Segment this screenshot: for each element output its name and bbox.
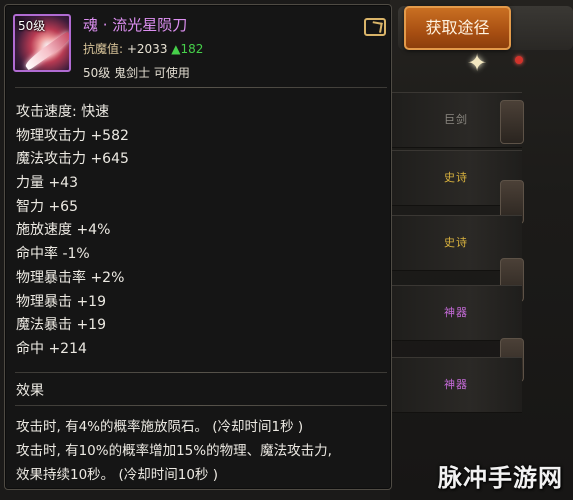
stat-line: 攻击速度: 快速: [16, 104, 110, 120]
score-value: +2033: [126, 42, 168, 56]
item-name: 魂 · 流光星陨刀: [83, 16, 188, 34]
watermark-text: 脉冲手游网: [438, 464, 563, 492]
divider: [15, 372, 387, 373]
divider: [15, 87, 387, 88]
row-tag: 史诗: [444, 171, 468, 184]
background-list-row[interactable]: 神器: [392, 285, 522, 341]
star-icon: ✦: [466, 49, 488, 77]
stat-line: 魔法暴击 +19: [16, 317, 106, 334]
score-label: 抗魔值:: [83, 42, 127, 56]
row-tag: 巨剑: [444, 113, 468, 126]
effect-line: 攻击时, 有10%的概率增加15%的物理、魔法攻击力,: [16, 443, 332, 459]
stat-line: 物理暴击率 +2%: [16, 269, 125, 286]
score-increase: ▲182: [171, 42, 204, 56]
usage-requirement: 50级 鬼剑士 可使用: [83, 66, 190, 80]
stat-line: 施放速度 +4%: [16, 222, 111, 239]
sword-item-icon: 50级: [13, 14, 71, 72]
effect-line: 攻击时, 有4%的概率施放陨石。 (冷却时间1秒 ): [16, 419, 304, 435]
anti-magic-score: 抗魔值: +2033 ▲182: [83, 40, 203, 57]
stat-line: 物理攻击力 +582: [16, 127, 129, 144]
stat-line: 力量 +43: [16, 175, 78, 192]
stats-list: 攻击速度: 快速 物理攻击力 +582 魔法攻击力 +645 力量 +43 智力…: [16, 101, 129, 362]
effect-description: 攻击时, 有4%的概率施放陨石。 (冷却时间1秒 ) 攻击时, 有10%的概率增…: [16, 415, 332, 487]
row-tag: 神器: [444, 378, 468, 391]
row-tag: 史诗: [444, 236, 468, 249]
item-tooltip: 50级 魂 · 流光星陨刀 抗魔值: +2033 ▲182 50级 鬼剑士 可使…: [4, 4, 392, 490]
get-source-button[interactable]: 获取途径: [404, 6, 511, 50]
stat-line: 命中 +214: [16, 340, 87, 357]
item-level-badge: 50级: [18, 19, 46, 33]
divider: [15, 405, 387, 406]
effect-heading: 效果: [16, 383, 44, 399]
blade-graphic: [23, 31, 69, 70]
stat-line: 物理暴击 +19: [16, 293, 106, 310]
equipment-slot-icon[interactable]: [500, 100, 524, 144]
share-icon[interactable]: [364, 18, 386, 36]
notification-dot-icon: [515, 56, 523, 64]
stat-line: 命中率 -1%: [16, 246, 90, 263]
stat-line: 魔法攻击力 +645: [16, 151, 129, 168]
row-tag: 神器: [444, 306, 468, 319]
background-list-row[interactable]: 神器: [392, 357, 522, 413]
effect-line: 效果持续10秒。 (冷却时间10秒 ): [16, 467, 218, 483]
stat-line: 智力 +65: [16, 198, 78, 215]
